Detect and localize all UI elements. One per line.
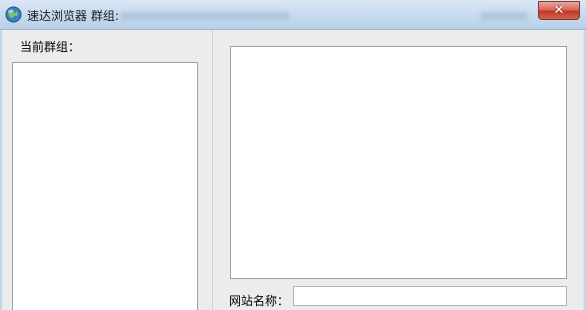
window-title: 速达浏览器 群组: [27, 9, 119, 23]
close-icon: ✕ [553, 3, 565, 18]
globe-icon [5, 6, 22, 23]
group-list[interactable] [12, 62, 198, 310]
window-frame-left [0, 30, 3, 310]
site-pane: 网站名称： [214, 30, 586, 310]
current-group-label: 当前群组： [20, 40, 81, 54]
site-list[interactable] [230, 46, 567, 279]
group-pane: 当前群组： [0, 30, 213, 310]
site-name-input[interactable] [293, 286, 567, 306]
browser-group-window: 速达浏览器 群组: ✕ 当前群组： 网站名称： [0, 0, 586, 310]
close-button[interactable]: ✕ [538, 1, 580, 20]
site-name-label: 网站名称： [229, 294, 290, 308]
title-bar[interactable]: 速达浏览器 群组: ✕ [0, 0, 586, 30]
